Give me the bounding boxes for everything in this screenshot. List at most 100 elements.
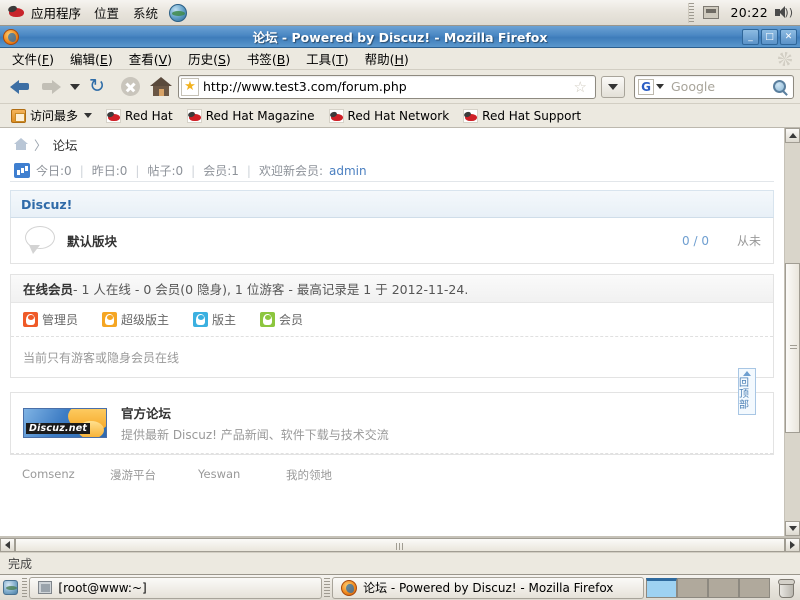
menu-bar: 文件(F) 编辑(E) 查看(V) 历史(S) 书签(B) 工具(T) 帮助(H… xyxy=(0,48,800,70)
forum-last-post: 从未 xyxy=(736,234,761,248)
stats-yesterday: 昨日:0 xyxy=(91,164,128,178)
tray-icon[interactable] xyxy=(703,6,720,19)
breadcrumb-current: 论坛 xyxy=(52,137,78,153)
system-menu[interactable]: 系统 xyxy=(126,1,165,24)
workspace-2[interactable] xyxy=(677,577,709,598)
history-dropdown-button[interactable] xyxy=(68,76,82,98)
clock[interactable]: 20:22 xyxy=(725,5,773,20)
task-button-terminal-label: [root@www:~] xyxy=(58,580,147,595)
maximize-button[interactable]: □ xyxy=(761,28,778,45)
taskbar-grip[interactable] xyxy=(324,577,331,598)
scroll-right-button[interactable] xyxy=(785,538,800,552)
discuz-net-banner-icon[interactable]: Discuz.net xyxy=(23,408,107,438)
back-arrow-icon xyxy=(10,79,30,94)
forum-name[interactable]: 默认版块 xyxy=(67,231,117,250)
show-desktop-button[interactable] xyxy=(2,578,20,598)
url-text[interactable]: http://www.test3.com/forum.php xyxy=(203,79,568,94)
stats-separator: | xyxy=(79,163,84,178)
task-button-firefox[interactable]: 论坛 - Powered by Discuz! - Mozilla Firefo… xyxy=(332,576,645,599)
workspace-1[interactable] xyxy=(646,577,678,598)
menu-bookmarks[interactable]: 书签(B) xyxy=(239,47,298,70)
places-menu[interactable]: 位置 xyxy=(87,1,126,24)
forum-row[interactable]: 默认版块 0 / 0 从未 xyxy=(10,218,774,264)
bookmark-star-icon[interactable]: ☆ xyxy=(568,78,593,96)
bookmark-red-hat-support[interactable]: Red Hat Support xyxy=(457,107,587,125)
stats-welcome-user[interactable]: admin xyxy=(329,164,367,178)
stats-members: 会员:1 xyxy=(203,164,239,178)
promo-title[interactable]: 官方论坛 xyxy=(121,403,389,422)
url-bar[interactable]: ★ http://www.test3.com/forum.php ☆ xyxy=(178,74,596,99)
legend-super-moderator-label: 超级版主 xyxy=(121,313,170,327)
menu-help[interactable]: 帮助(H) xyxy=(357,47,417,70)
menu-edit[interactable]: 编辑(E) xyxy=(62,47,121,70)
search-engine-dropdown-icon[interactable] xyxy=(654,77,666,97)
panel-grip[interactable] xyxy=(688,2,695,23)
back-to-top-button[interactable]: 回顶部 xyxy=(738,368,756,415)
speaker-icon[interactable]: )) xyxy=(775,5,793,21)
stop-button xyxy=(116,74,144,100)
scroll-down-button[interactable] xyxy=(785,521,800,536)
promo-row[interactable]: Discuz.net 官方论坛 提供最新 Discuz! 产品新闻、软件下载与技… xyxy=(11,393,773,454)
scrollbar-thumb[interactable] xyxy=(785,263,800,433)
window-buttons: _ □ ✕ xyxy=(742,28,797,45)
menu-history[interactable]: 历史(S) xyxy=(180,47,239,70)
bookmark-red-hat-magazine-label: Red Hat Magazine xyxy=(205,108,315,123)
search-input[interactable]: Google xyxy=(666,79,773,94)
google-icon[interactable]: G xyxy=(638,78,654,95)
home-icon[interactable] xyxy=(14,138,28,150)
stop-icon xyxy=(120,77,140,96)
firefox-window: 论坛 - Powered by Discuz! - Mozilla Firefo… xyxy=(0,26,800,574)
gnome-top-panel: 应用程序 位置 系统 20:22 )) xyxy=(0,0,800,26)
firefox-icon xyxy=(3,28,19,45)
bookmark-red-hat-network[interactable]: Red Hat Network xyxy=(323,107,456,125)
globe-icon[interactable] xyxy=(169,3,188,22)
bookmark-red-hat-magazine[interactable]: Red Hat Magazine xyxy=(181,107,321,125)
forum-threads-posts: 0 / 0 xyxy=(682,233,709,248)
reload-icon: ↻ xyxy=(89,75,105,97)
menu-view[interactable]: 查看(V) xyxy=(121,47,180,70)
forum-stats-bar: 今日:0 | 昨日:0 | 帖子:0 | 会员:1 | 欢迎新会员: admin xyxy=(10,160,774,182)
back-button[interactable] xyxy=(6,74,34,100)
horizontal-scrollbar[interactable] xyxy=(0,537,800,552)
footer-link-yeswan[interactable]: Yeswan xyxy=(198,467,286,483)
reload-button[interactable]: ↻ xyxy=(85,74,113,100)
trash-icon[interactable] xyxy=(777,578,795,598)
scrollbar-track[interactable] xyxy=(785,143,800,521)
footer-link-manyou[interactable]: 漫游平台 xyxy=(110,467,198,483)
workspace-3[interactable] xyxy=(708,577,740,598)
bookmarks-toolbar: 访问最多 Red Hat Red Hat Magazine Red Hat Ne… xyxy=(0,104,800,128)
footer-link-comsenz[interactable]: Comsenz xyxy=(22,467,110,483)
bookmark-red-hat[interactable]: Red Hat xyxy=(100,107,179,125)
scroll-left-button[interactable] xyxy=(0,538,15,552)
moderator-user-icon xyxy=(193,312,209,327)
footer-link-mydomain[interactable]: 我的领地 xyxy=(286,467,374,483)
minimize-button[interactable]: _ xyxy=(742,28,759,45)
scroll-up-button[interactable] xyxy=(785,128,800,143)
search-icon[interactable] xyxy=(773,80,786,93)
vertical-scrollbar[interactable] xyxy=(784,128,800,536)
menu-tools[interactable]: 工具(T) xyxy=(298,47,356,70)
promo-text: 官方论坛 提供最新 Discuz! 产品新闻、软件下载与技术交流 xyxy=(121,403,389,443)
bookmark-most-visited[interactable]: 访问最多 xyxy=(5,105,98,126)
url-dropdown-button[interactable] xyxy=(601,75,625,98)
applications-menu[interactable]: 应用程序 xyxy=(2,2,87,24)
taskbar-grip[interactable] xyxy=(21,577,28,598)
window-title: 论坛 - Powered by Discuz! - Mozilla Firefo… xyxy=(252,30,548,45)
hscrollbar-thumb[interactable] xyxy=(15,538,785,552)
forward-arrow-icon xyxy=(41,79,61,94)
redhat-icon xyxy=(186,108,202,123)
home-button[interactable] xyxy=(147,74,175,100)
forum-meta: 0 / 0 从未 xyxy=(682,232,761,249)
legend-admin: 管理员 xyxy=(23,311,78,328)
promo-desc: 提供最新 Discuz! 产品新闻、软件下载与技术交流 xyxy=(121,428,389,442)
bookmark-red-hat-network-label: Red Hat Network xyxy=(347,108,450,123)
workspace-4[interactable] xyxy=(739,577,771,598)
workspace-switcher[interactable] xyxy=(646,577,771,598)
section-header[interactable]: Discuz! xyxy=(10,190,774,218)
task-button-terminal[interactable]: [root@www:~] xyxy=(29,576,323,599)
search-bar[interactable]: G Google xyxy=(634,74,794,99)
menu-file[interactable]: 文件(F) xyxy=(4,47,62,70)
legend-super-moderator: 超级版主 xyxy=(102,311,169,328)
task-button-firefox-label: 论坛 - Powered by Discuz! - Mozilla Firefo… xyxy=(363,581,614,595)
close-button[interactable]: ✕ xyxy=(780,28,797,45)
